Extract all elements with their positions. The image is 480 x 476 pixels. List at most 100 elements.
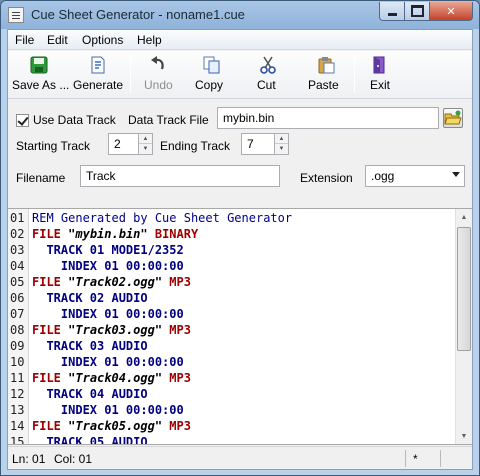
close-button[interactable]: ✕ bbox=[430, 2, 473, 21]
menu-file[interactable]: File bbox=[15, 33, 34, 47]
title-bar[interactable]: Cue Sheet Generator - noname1.cue ✕ bbox=[1, 1, 479, 29]
toolbar-separator bbox=[354, 55, 355, 93]
exit-button[interactable]: Exit bbox=[360, 53, 400, 97]
status-bar: Ln: 01 Col: 01 * bbox=[8, 446, 472, 469]
starting-track-label: Starting Track bbox=[16, 139, 91, 153]
scissors-icon bbox=[260, 56, 276, 74]
code-text: FILE "Track03.ogg" MP3 bbox=[32, 323, 191, 337]
extension-selected-value: .ogg bbox=[371, 169, 395, 183]
code-text: FILE "Track02.ogg" MP3 bbox=[32, 275, 191, 289]
status-divider bbox=[405, 450, 406, 467]
undo-button[interactable]: Undo bbox=[136, 53, 180, 97]
line-number: 03 bbox=[10, 243, 25, 257]
spin-down-icon[interactable]: ▼ bbox=[275, 144, 288, 154]
code-text: TRACK 01 MODE1/2352 bbox=[46, 243, 184, 257]
spin-up-icon[interactable]: ▲ bbox=[275, 134, 288, 144]
code-text: TRACK 04 AUDIO bbox=[46, 387, 148, 401]
line-number: 09 bbox=[10, 339, 25, 353]
close-icon: ✕ bbox=[446, 5, 456, 18]
spin-down-icon[interactable]: ▼ bbox=[139, 144, 152, 154]
line-number: 12 bbox=[10, 387, 25, 401]
scroll-down-icon[interactable]: ▼ bbox=[456, 428, 472, 444]
code-text: TRACK 05 AUDIO bbox=[46, 435, 148, 445]
client-area: File Edit Options Help Save As ... Gener… bbox=[7, 29, 473, 470]
starting-track-spinner[interactable]: ▲ ▼ bbox=[138, 133, 153, 155]
menu-options[interactable]: Options bbox=[82, 33, 123, 47]
menu-bar: File Edit Options Help bbox=[8, 30, 472, 50]
line-number: 10 bbox=[10, 355, 25, 369]
exit-door-icon bbox=[373, 56, 385, 74]
settings-panel: Use Data Track Data Track File mybin.bin… bbox=[8, 100, 472, 210]
extension-select[interactable]: .ogg bbox=[365, 165, 465, 187]
save-as-label: Save As ... bbox=[12, 78, 70, 92]
code-text: REM Generated by Cue Sheet Generator bbox=[32, 211, 293, 225]
paste-label: Paste bbox=[308, 78, 339, 92]
code-text: TRACK 02 AUDIO bbox=[46, 291, 148, 305]
ending-track-spinner[interactable]: ▲ ▼ bbox=[274, 133, 289, 155]
use-data-track-label: Use Data Track bbox=[33, 113, 116, 127]
line-number: 02 bbox=[10, 227, 25, 241]
line-number: 04 bbox=[10, 259, 25, 273]
open-folder-icon bbox=[444, 110, 462, 125]
scrollbar-thumb[interactable] bbox=[457, 227, 471, 351]
status-modified: * bbox=[413, 452, 418, 466]
code-text: INDEX 01 00:00:00 bbox=[60, 355, 184, 369]
caption-buttons: ✕ bbox=[379, 2, 473, 21]
code-text: FILE "mybin.bin" BINARY bbox=[32, 227, 199, 241]
menu-help[interactable]: Help bbox=[137, 33, 162, 47]
status-divider bbox=[440, 450, 441, 467]
line-number: 05 bbox=[10, 275, 25, 289]
data-track-file-label: Data Track File bbox=[128, 113, 209, 127]
generate-button[interactable]: Generate bbox=[70, 53, 126, 97]
status-line: Ln: 01 bbox=[12, 452, 46, 466]
chevron-down-icon bbox=[452, 172, 460, 177]
toolbar: Save As ... Generate Undo Copy Cut Paste… bbox=[8, 51, 472, 99]
menu-edit[interactable]: Edit bbox=[47, 33, 68, 47]
ending-track-label: Ending Track bbox=[160, 139, 231, 153]
code-text: FILE "Track05.ogg" MP3 bbox=[32, 419, 191, 433]
vertical-scrollbar[interactable]: ▲ ▼ bbox=[455, 209, 472, 444]
paste-button[interactable]: Paste bbox=[304, 53, 348, 97]
line-number: 06 bbox=[10, 291, 25, 305]
code-text: INDEX 01 00:00:00 bbox=[60, 259, 184, 273]
line-number: 01 bbox=[10, 211, 25, 225]
data-track-file-input[interactable]: mybin.bin bbox=[217, 107, 439, 129]
line-number: 15 bbox=[10, 435, 25, 445]
browse-folder-button[interactable] bbox=[443, 108, 463, 128]
line-number: 07 bbox=[10, 307, 25, 321]
copy-button[interactable]: Copy bbox=[190, 53, 234, 97]
starting-track-input[interactable]: 2 bbox=[108, 133, 140, 155]
extension-label: Extension bbox=[300, 171, 353, 185]
window-title: Cue Sheet Generator - noname1.cue bbox=[31, 7, 245, 22]
use-data-track-checkbox[interactable] bbox=[16, 114, 29, 127]
copy-icon bbox=[203, 56, 220, 74]
code-text: INDEX 01 00:00:00 bbox=[60, 307, 184, 321]
generate-label: Generate bbox=[73, 78, 124, 92]
floppy-disk-icon bbox=[30, 56, 48, 74]
app-window: Cue Sheet Generator - noname1.cue ✕ File… bbox=[0, 0, 480, 476]
document-icon bbox=[91, 56, 105, 74]
ending-track-input[interactable]: 7 bbox=[241, 133, 275, 155]
undo-label: Undo bbox=[144, 78, 173, 92]
line-number: 14 bbox=[10, 419, 25, 433]
spin-up-icon[interactable]: ▲ bbox=[139, 134, 152, 144]
cut-label: Cut bbox=[257, 78, 276, 92]
status-column: Col: 01 bbox=[54, 452, 93, 466]
line-number: 08 bbox=[10, 323, 25, 337]
code-text: FILE "Track04.ogg" MP3 bbox=[32, 371, 191, 385]
minimize-button[interactable] bbox=[379, 2, 405, 21]
filename-label: Filename bbox=[16, 171, 66, 185]
exit-label: Exit bbox=[370, 78, 391, 92]
scroll-up-icon[interactable]: ▲ bbox=[456, 209, 472, 226]
app-document-icon bbox=[8, 7, 24, 23]
maximize-button[interactable] bbox=[405, 2, 430, 21]
toolbar-separator bbox=[130, 55, 131, 93]
undo-arrow-icon bbox=[151, 56, 164, 70]
filename-input[interactable]: Track bbox=[80, 165, 280, 187]
cue-sheet-editor[interactable]: 01 REM Generated by Cue Sheet Generator 02… bbox=[8, 208, 472, 445]
clipboard-icon bbox=[318, 57, 335, 74]
line-number: 11 bbox=[10, 371, 25, 385]
cut-button[interactable]: Cut bbox=[248, 53, 288, 97]
code-text: TRACK 03 AUDIO bbox=[46, 339, 148, 353]
save-as-button[interactable]: Save As ... bbox=[8, 53, 70, 97]
